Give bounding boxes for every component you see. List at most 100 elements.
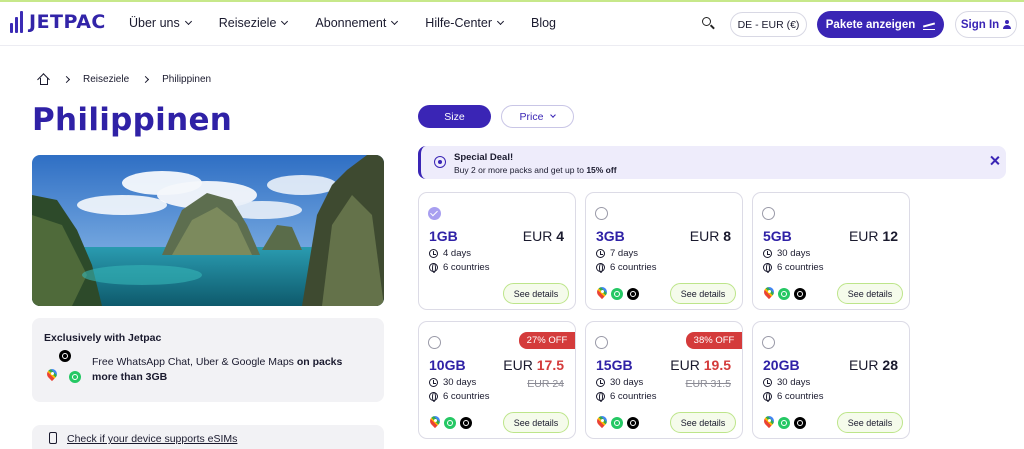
plan-data-amount: 20GB: [763, 357, 800, 373]
see-details-button[interactable]: See details: [837, 283, 903, 304]
plan-data-amount: 15GB: [596, 357, 633, 373]
plan-radio[interactable]: [595, 207, 608, 220]
nav-item-ueber-uns[interactable]: Über uns: [129, 16, 192, 30]
see-details-button[interactable]: See details: [837, 412, 903, 433]
plan-currency: EUR: [670, 357, 700, 373]
plan-price: EUR 17.5: [503, 357, 564, 373]
nav-item-blog[interactable]: Blog: [531, 16, 556, 30]
cta-label: Pakete anzeigen: [825, 18, 916, 31]
plan-coverage: 6 countries: [763, 262, 823, 273]
chevron-down-icon: [391, 17, 399, 26]
plan-radio[interactable]: [428, 336, 441, 349]
plan-countries: 6 countries: [777, 262, 824, 273]
uber-icon: [460, 416, 472, 429]
show-packages-button[interactable]: Pakete anzeigen: [817, 11, 944, 38]
google-maps-icon: [47, 369, 57, 382]
plan-price-value: 17.5: [536, 357, 564, 373]
plan-coverage: 6 countries: [429, 391, 489, 402]
google-maps-icon: [430, 416, 440, 429]
plane-takeoff-icon: [923, 20, 936, 30]
phone-icon: [49, 432, 57, 444]
search-icon[interactable]: [702, 17, 715, 30]
nav-item-reiseziele[interactable]: Reiseziele: [219, 16, 289, 30]
plan-validity: 7 days: [596, 248, 638, 259]
plan-radio[interactable]: [762, 207, 775, 220]
plan-card-15gb[interactable]: 38% OFF 15GB EUR 19.5 EUR 31.5 30 days 6 coun…: [585, 321, 743, 439]
plan-old-price: EUR 24: [527, 378, 564, 390]
plan-days: 7 days: [610, 248, 638, 259]
plan-radio[interactable]: [762, 336, 775, 349]
globe-icon: [596, 392, 605, 402]
plan-price-value: 8: [723, 228, 731, 244]
see-details-button[interactable]: See details: [670, 412, 736, 433]
see-details-button[interactable]: See details: [503, 412, 569, 433]
sign-in-label: Sign In: [960, 18, 1000, 31]
plan-old-price: EUR 31.5: [685, 378, 731, 390]
plan-countries: 6 countries: [610, 262, 657, 273]
device-compatibility-link[interactable]: Check if your device supports eSIMs: [67, 433, 237, 445]
see-details-button[interactable]: See details: [670, 283, 736, 304]
plan-days: 30 days: [610, 377, 644, 388]
plan-currency: EUR: [848, 228, 879, 244]
sign-in-button[interactable]: Sign In: [955, 11, 1017, 38]
destination-hero-image: [32, 155, 384, 306]
deal-text: Buy 2 or more packs and get up to: [454, 165, 587, 175]
home-icon[interactable]: [37, 73, 50, 86]
plan-price: EUR 4: [523, 228, 564, 244]
plan-days: 4 days: [443, 248, 471, 259]
clock-icon: [429, 249, 438, 258]
plan-included-apps: [597, 416, 639, 429]
plan-validity: 30 days: [596, 377, 643, 388]
chevron-down-icon: [496, 17, 505, 26]
google-maps-icon: [597, 287, 607, 300]
plan-card-5gb[interactable]: 5GB EUR 12 30 days 6 countries See details: [752, 192, 910, 310]
plan-included-apps: [764, 416, 806, 429]
logo-mark-icon: [10, 11, 24, 33]
jetpac-logo[interactable]: JETPAC: [10, 11, 106, 33]
user-icon: [1003, 20, 1012, 29]
badge-percent-icon: [434, 156, 446, 168]
plan-currency: EUR: [689, 228, 720, 244]
uber-icon: [794, 287, 806, 300]
clock-icon: [596, 249, 605, 258]
plan-card-10gb[interactable]: 27% OFF 10GB EUR 17.5 EUR 24 30 days 6 countr…: [418, 321, 576, 439]
nav-item-hilfe-center[interactable]: Hilfe-Center: [425, 16, 505, 30]
plan-data-amount: 10GB: [429, 357, 466, 373]
plan-card-1gb[interactable]: 1GB EUR 4 4 days 6 countries See details: [418, 192, 576, 310]
plan-countries: 6 countries: [443, 391, 490, 402]
plan-radio[interactable]: [428, 207, 441, 220]
plan-price: EUR 8: [690, 228, 731, 244]
plan-price-value: 4: [556, 228, 564, 244]
plan-data-amount: 5GB: [763, 228, 792, 244]
plan-data-amount: 3GB: [596, 228, 625, 244]
plan-validity: 30 days: [763, 377, 810, 388]
filter-size-toggle[interactable]: Size: [418, 105, 491, 128]
see-details-button[interactable]: See details: [503, 283, 569, 304]
plan-price-value: 19.5: [703, 357, 731, 373]
nav-item-abonnement[interactable]: Abonnement: [315, 16, 399, 30]
plan-days: 30 days: [443, 377, 477, 388]
plan-countries: 6 countries: [777, 391, 824, 402]
nav-label: Hilfe-Center: [425, 16, 492, 30]
plan-card-3gb[interactable]: 3GB EUR 8 7 days 6 countries See details: [585, 192, 743, 310]
whatsapp-icon: [611, 416, 623, 429]
google-maps-icon: [597, 416, 607, 429]
plan-validity: 30 days: [763, 248, 810, 259]
deal-title: Special Deal!: [454, 152, 514, 163]
plan-radio[interactable]: [595, 336, 608, 349]
plan-validity: 30 days: [429, 377, 476, 388]
site-header: JETPAC Über uns Reiseziele Abonnement Hi…: [0, 2, 1024, 46]
filter-price-toggle[interactable]: Price: [501, 105, 574, 128]
close-icon[interactable]: [989, 155, 1001, 167]
breadcrumb: Reiseziele Philippinen: [37, 73, 211, 86]
whatsapp-icon: [778, 416, 790, 429]
plan-currency: EUR: [503, 357, 533, 373]
deal-description: Buy 2 or more packs and get up to 15% of…: [454, 165, 617, 175]
language-currency-selector[interactable]: DE - EUR (€): [730, 12, 807, 37]
exclusive-perks-card: Exclusively with Jetpac Free WhatsApp Ch…: [32, 318, 384, 402]
plan-card-20gb[interactable]: 20GB EUR 28 30 days 6 countries See details: [752, 321, 910, 439]
plan-coverage: 6 countries: [596, 262, 656, 273]
clock-icon: [763, 249, 772, 258]
plan-days: 30 days: [777, 248, 811, 259]
breadcrumb-reiseziele[interactable]: Reiseziele: [83, 74, 129, 85]
